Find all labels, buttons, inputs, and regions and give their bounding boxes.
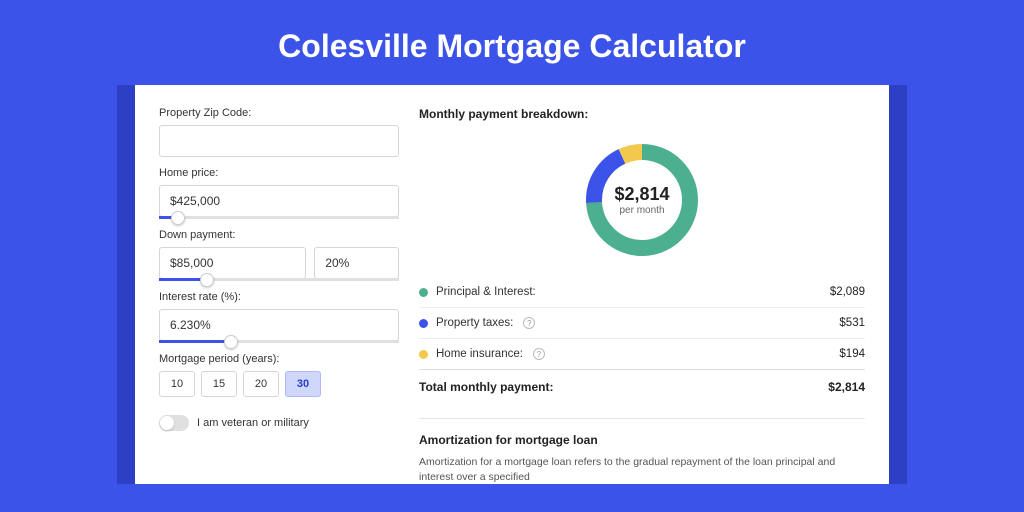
donut-amount: $2,814 <box>614 184 669 205</box>
breakdown-value: $531 <box>839 317 865 329</box>
period-button-15[interactable]: 15 <box>201 371 237 397</box>
veteran-row: I am veteran or military <box>159 415 399 431</box>
home-price-label: Home price: <box>159 167 399 179</box>
veteran-toggle[interactable] <box>159 415 189 431</box>
breakdown-label: Home insurance: <box>436 348 523 360</box>
amortization-title: Amortization for mortgage loan <box>419 433 865 447</box>
zip-input[interactable] <box>159 125 399 157</box>
zip-label: Property Zip Code: <box>159 107 399 119</box>
slider-thumb[interactable] <box>200 273 214 287</box>
down-payment-label: Down payment: <box>159 229 399 241</box>
breakdown-title: Monthly payment breakdown: <box>419 107 865 121</box>
total-value: $2,814 <box>828 380 865 394</box>
home-price-slider[interactable] <box>159 216 399 219</box>
down-payment-pct-input[interactable] <box>314 247 399 279</box>
interest-slider[interactable] <box>159 340 399 343</box>
period-button-20[interactable]: 20 <box>243 371 279 397</box>
slider-thumb[interactable] <box>171 211 185 225</box>
info-icon[interactable]: ? <box>523 317 535 329</box>
interest-label: Interest rate (%): <box>159 291 399 303</box>
calculator-card: Property Zip Code: Home price: Down paym… <box>135 85 889 484</box>
donut-chart-wrap: $2,814 per month <box>419 133 865 277</box>
breakdown-row: Property taxes:? $531 <box>419 308 865 339</box>
period-button-10[interactable]: 10 <box>159 371 195 397</box>
period-options: 10152030 <box>159 371 399 397</box>
breakdown-row: Home insurance:? $194 <box>419 339 865 369</box>
amortization-section: Amortization for mortgage loan Amortizat… <box>419 418 865 484</box>
legend-dot <box>419 319 428 328</box>
period-button-30[interactable]: 30 <box>285 371 321 397</box>
breakdown-label: Principal & Interest: <box>436 286 536 298</box>
veteran-label: I am veteran or military <box>197 417 309 429</box>
slider-fill <box>159 340 231 343</box>
down-payment-input[interactable] <box>159 247 306 279</box>
slider-thumb[interactable] <box>224 335 238 349</box>
legend-dot <box>419 288 428 297</box>
period-label: Mortgage period (years): <box>159 353 399 365</box>
amortization-text: Amortization for a mortgage loan refers … <box>419 455 865 484</box>
breakdown-list: Principal & Interest: $2,089 Property taxe… <box>419 277 865 369</box>
total-row: Total monthly payment: $2,814 <box>419 369 865 404</box>
breakdown-value: $194 <box>839 348 865 360</box>
donut-sub: per month <box>619 205 664 216</box>
breakdown-row: Principal & Interest: $2,089 <box>419 277 865 308</box>
down-payment-slider[interactable] <box>159 278 399 281</box>
legend-dot <box>419 350 428 359</box>
inputs-column: Property Zip Code: Home price: Down paym… <box>159 107 399 484</box>
donut-center: $2,814 per month <box>581 139 703 261</box>
page-title: Colesville Mortgage Calculator <box>0 0 1024 85</box>
donut-chart: $2,814 per month <box>581 139 703 261</box>
breakdown-column: Monthly payment breakdown: $2,814 per mo… <box>419 107 865 484</box>
info-icon[interactable]: ? <box>533 348 545 360</box>
breakdown-value: $2,089 <box>830 286 865 298</box>
interest-input[interactable] <box>159 309 399 341</box>
home-price-input[interactable] <box>159 185 399 217</box>
total-label: Total monthly payment: <box>419 380 553 394</box>
breakdown-label: Property taxes: <box>436 317 513 329</box>
toggle-thumb <box>160 416 174 430</box>
card-shadow: Property Zip Code: Home price: Down paym… <box>117 85 907 484</box>
